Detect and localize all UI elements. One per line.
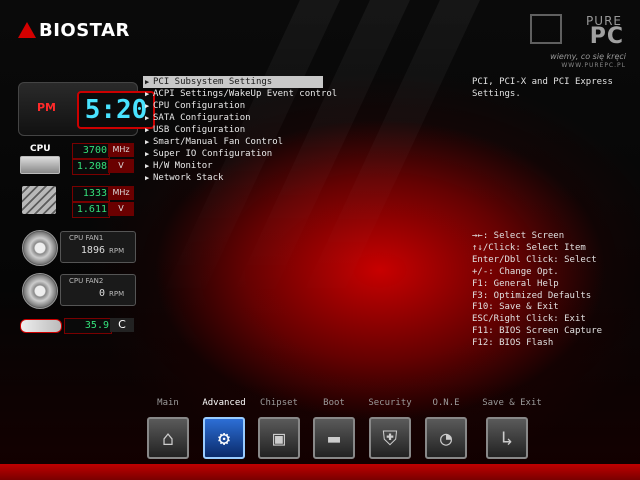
- menu-item[interactable]: ▶ CPU Configuration: [143, 100, 323, 112]
- menu-item[interactable]: ▶ SATA Configuration: [143, 112, 323, 124]
- tab-label: Security: [368, 398, 412, 408]
- menu-item[interactable]: ▶ PCI Subsystem Settings: [143, 76, 323, 88]
- key-hint: F3: Optimized Defaults: [472, 290, 592, 301]
- cpu-chip-icon: [20, 156, 60, 174]
- fan1-icon: [22, 230, 58, 266]
- watermark-pc: PC: [589, 24, 624, 49]
- fan1-readout: CPU FAN1 1896 RPM: [60, 231, 136, 263]
- tab-o-n-e[interactable]: O.N.E ◔: [424, 397, 468, 459]
- fan1-value: 1896: [80, 245, 105, 256]
- submenu-arrow-icon: ▶: [145, 162, 150, 170]
- advanced-menu: ▶ PCI Subsystem Settings ▶ ACPI Settings/Wa…: [143, 76, 337, 184]
- temperature-unit: C: [110, 318, 134, 332]
- memory-module-icon: [22, 186, 56, 214]
- submenu-arrow-icon: ▶: [145, 90, 150, 98]
- tab-boot[interactable]: Boot ▬: [312, 397, 356, 459]
- submenu-arrow-icon: ▶: [145, 150, 150, 158]
- menu-item-label: CPU Configuration: [153, 101, 246, 111]
- tab-save-exit[interactable]: Save & Exit ↳: [480, 397, 544, 459]
- menu-item[interactable]: ▶ Smart/Manual Fan Control: [143, 136, 323, 148]
- fan1-label: CPU FAN1: [69, 234, 104, 242]
- submenu-arrow-icon: ▶: [145, 102, 150, 110]
- key-hint: F12: BIOS Flash: [472, 338, 554, 349]
- tab-label: Boot: [323, 398, 345, 408]
- help-text: PCI, PCI-X and PCI Express Settings.: [472, 77, 613, 99]
- boot-icon[interactable]: ▬: [313, 417, 355, 459]
- menu-item-label: ACPI Settings/WakeUp Event control: [153, 89, 338, 99]
- brand-logo: BIOSTAR: [18, 20, 130, 41]
- menu-item[interactable]: ▶ USB Configuration: [143, 124, 323, 136]
- menu-item-label: PCI Subsystem Settings: [153, 77, 273, 87]
- watermark-box-icon: [530, 14, 562, 44]
- fan2-readout: CPU FAN2 0 RPM: [60, 274, 136, 306]
- tab-main[interactable]: Main ⌂: [146, 397, 190, 459]
- home-icon[interactable]: ⌂: [147, 417, 189, 459]
- key-hint: +/-: Change Opt.: [472, 266, 559, 277]
- tab-advanced[interactable]: Advanced ⚙: [202, 397, 246, 459]
- menu-item-label: Network Stack: [153, 173, 224, 183]
- menu-item[interactable]: ▶ ACPI Settings/WakeUp Event control: [143, 88, 337, 100]
- key-hint: ↑↓/Click: Select Item: [472, 242, 586, 253]
- cpu-frequency: 3700: [72, 143, 110, 159]
- tab-label: Chipset: [260, 398, 298, 408]
- menu-item-label: Super IO Configuration: [153, 149, 273, 159]
- cpu-voltage-unit: V: [108, 159, 134, 173]
- tab-security[interactable]: Security ⛨: [368, 397, 412, 459]
- brand-triangle-icon: [18, 22, 36, 38]
- menu-item-label: SATA Configuration: [153, 113, 251, 123]
- cpu-frequency-unit: MHz: [108, 143, 134, 157]
- watermark-logo: PURE PC wiemy, co się kręci WWW.PUREPC.P…: [530, 12, 626, 70]
- menu-item-label: H/W Monitor: [153, 161, 213, 171]
- memory-frequency: 1333: [72, 186, 110, 202]
- clock-ampm: PM: [37, 101, 57, 114]
- key-hint: ESC/Right Click: Exit: [472, 314, 586, 325]
- menu-item-label: Smart/Manual Fan Control: [153, 137, 284, 147]
- save-exit-icon[interactable]: ↳: [486, 417, 528, 459]
- chipset-icon[interactable]: ▣: [258, 417, 300, 459]
- submenu-arrow-icon: ▶: [145, 138, 150, 146]
- cpu-voltage: 1.208: [72, 159, 110, 175]
- tab-label: O.N.E: [432, 398, 460, 408]
- one-icon[interactable]: ◔: [425, 417, 467, 459]
- submenu-arrow-icon: ▶: [145, 78, 150, 86]
- fan1-unit: RPM: [109, 247, 125, 255]
- advanced-icon[interactable]: ⚙: [203, 417, 245, 459]
- memory-voltage: 1.611: [72, 202, 110, 218]
- submenu-arrow-icon: ▶: [145, 114, 150, 122]
- tab-label: Advanced: [202, 398, 246, 408]
- key-hint: F10: Save & Exit: [472, 302, 559, 313]
- thermometer-icon: [20, 319, 62, 333]
- submenu-arrow-icon: ▶: [145, 174, 150, 182]
- temperature-value: 35.9: [64, 318, 112, 334]
- tab-chipset[interactable]: Chipset ▣: [257, 397, 301, 459]
- memory-frequency-unit: MHz: [108, 186, 134, 200]
- key-hint: →←: Select Screen: [472, 231, 565, 241]
- fan2-label: CPU FAN2: [69, 277, 104, 285]
- fan2-value: 0: [98, 288, 105, 299]
- menu-item[interactable]: ▶ Network Stack: [143, 172, 323, 184]
- memory-voltage-unit: V: [108, 202, 134, 216]
- footer-bar: [0, 464, 640, 480]
- cpu-label: CPU: [30, 144, 51, 154]
- fan2-unit: RPM: [109, 290, 125, 298]
- watermark-url: WWW.PUREPC.PL: [561, 62, 626, 69]
- brand-name: BIOSTAR: [39, 20, 130, 41]
- key-hint: Enter/Dbl Click: Select: [472, 254, 597, 265]
- key-legend: →←: Select Screen ↑↓/Click: Select Item En…: [472, 231, 602, 350]
- fan2-icon: [22, 273, 58, 309]
- menu-item[interactable]: ▶ Super IO Configuration: [143, 148, 323, 160]
- menu-item[interactable]: ▶ H/W Monitor: [143, 160, 323, 172]
- watermark-slogan: wiemy, co się kręci: [550, 52, 626, 61]
- key-hint: F11: BIOS Screen Capture: [472, 326, 603, 337]
- key-hint: F1: General Help: [472, 278, 559, 289]
- tab-label: Main: [157, 398, 179, 408]
- submenu-arrow-icon: ▶: [145, 126, 150, 134]
- security-icon[interactable]: ⛨: [369, 417, 411, 459]
- menu-item-label: USB Configuration: [153, 125, 246, 135]
- clock-panel: PM 5:20: [18, 82, 155, 136]
- tab-label: Save & Exit: [482, 398, 542, 408]
